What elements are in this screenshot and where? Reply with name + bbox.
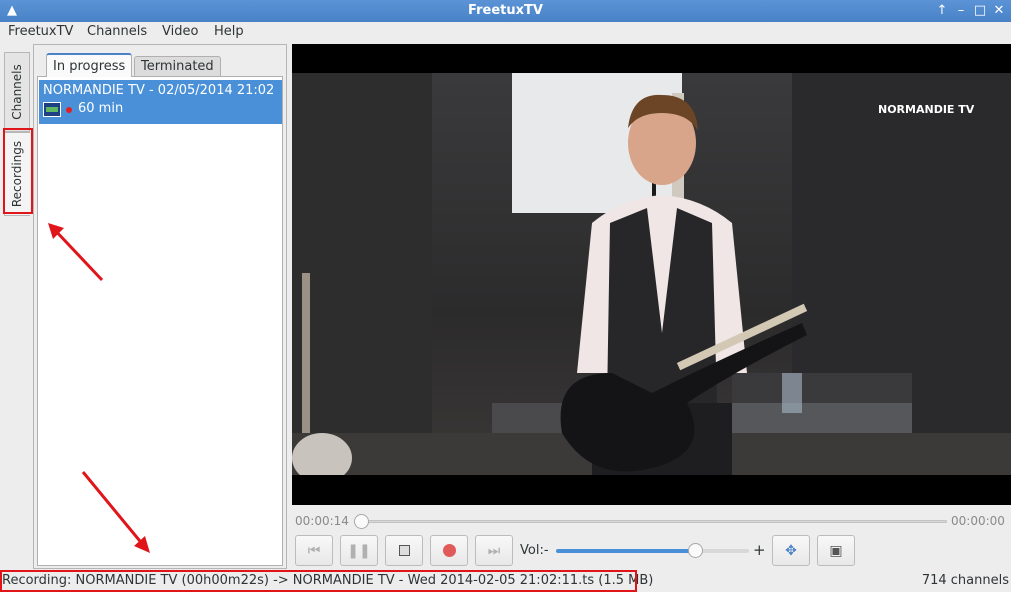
pause-icon: ❚❚ xyxy=(347,542,371,559)
status-highlight xyxy=(0,570,637,592)
menu-video[interactable]: Video xyxy=(162,24,198,39)
fullscreen-icon: ✥ xyxy=(785,542,797,559)
minimize-icon[interactable]: – xyxy=(952,2,970,20)
list-item[interactable]: NORMANDIE TV - 02/05/2014 21:02 60 min xyxy=(39,80,282,124)
volume-slider[interactable] xyxy=(556,543,749,558)
recording-title: NORMANDIE TV - 02/05/2014 21:02 xyxy=(43,83,275,98)
channel-logo-icon xyxy=(43,102,61,117)
record-button[interactable] xyxy=(430,535,468,566)
mini-mode-button[interactable]: ▣ xyxy=(817,535,855,566)
keep-above-icon[interactable]: ↑ xyxy=(933,2,951,20)
annotation-arrow-icon xyxy=(81,471,150,553)
volume-label: Vol:- xyxy=(520,543,549,558)
recordings-list: NORMANDIE TV - 02/05/2014 21:02 60 min xyxy=(37,76,283,566)
next-button[interactable]: ⏭ xyxy=(475,535,513,566)
menu-freetuxtv[interactable]: FreetuxTV xyxy=(8,24,73,39)
window-title: FreetuxTV xyxy=(468,3,543,18)
volume-handle[interactable] xyxy=(687,543,703,558)
menu-help[interactable]: Help xyxy=(214,24,244,39)
volume-plus: + xyxy=(753,541,766,559)
elapsed-time: 00:00:14 xyxy=(295,514,349,528)
tab-terminated[interactable]: Terminated xyxy=(134,56,221,77)
previous-button[interactable]: ⏮ xyxy=(295,535,333,566)
recording-dot-icon xyxy=(66,107,72,113)
channel-count: 714 channels xyxy=(921,573,1009,588)
stop-icon xyxy=(398,545,410,556)
video-area[interactable]: NORMANDIE TV xyxy=(292,44,1011,505)
tab-in-progress[interactable]: In progress xyxy=(46,53,133,77)
previous-icon: ⏮ xyxy=(307,542,321,559)
next-icon: ⏭ xyxy=(487,542,501,559)
menu-channels[interactable]: Channels xyxy=(87,24,147,39)
total-time: 00:00:00 xyxy=(951,514,1005,528)
video-frame: NORMANDIE TV xyxy=(292,73,1011,475)
tab-channels[interactable]: Channels xyxy=(4,52,30,132)
close-icon[interactable]: ✕ xyxy=(990,2,1008,20)
recordings-tab-highlight xyxy=(3,128,33,214)
title-bar: ▲ FreetuxTV ↑ – □ ✕ xyxy=(0,0,1011,22)
tab-channels-label: Channels xyxy=(10,64,24,120)
stop-button[interactable] xyxy=(385,535,423,566)
mini-mode-icon: ▣ xyxy=(829,542,843,559)
side-tabs: Channels Recordings xyxy=(0,44,33,569)
pause-button[interactable]: ❚❚ xyxy=(340,535,378,566)
seek-row: 00:00:14 00:00:00 xyxy=(292,511,1011,531)
fullscreen-button[interactable]: ✥ xyxy=(772,535,810,566)
record-icon xyxy=(442,544,456,557)
concert-scene xyxy=(292,73,1011,475)
recordings-panel: In progress Terminated NORMANDIE TV - 02… xyxy=(33,44,287,569)
maximize-icon[interactable]: □ xyxy=(971,2,989,20)
seek-bar[interactable] xyxy=(360,520,947,523)
recording-duration: 60 min xyxy=(78,101,124,116)
seek-handle[interactable] xyxy=(354,514,369,529)
annotation-arrow-icon xyxy=(48,223,104,282)
menu-bar: FreetuxTV Channels Video Help xyxy=(0,22,1011,43)
channel-logo: NORMANDIE TV xyxy=(878,103,975,116)
volume-fill xyxy=(556,549,695,553)
